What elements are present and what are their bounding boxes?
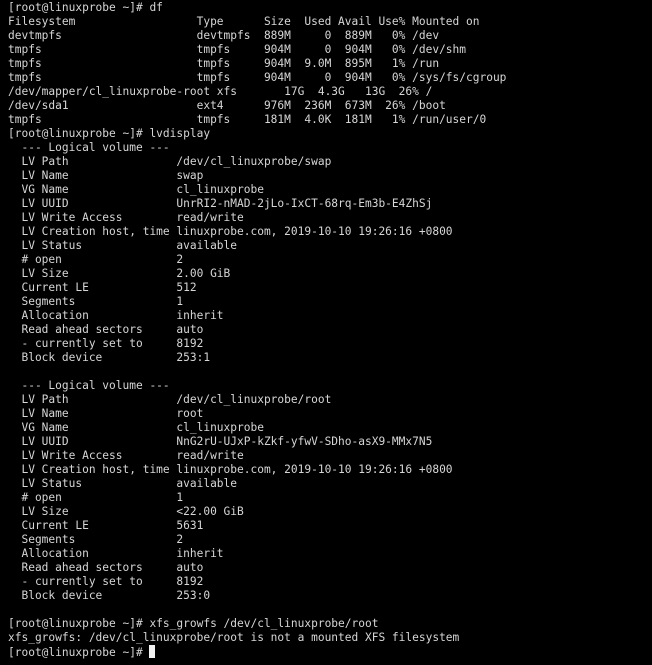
terminal-line: Allocation inherit [8,309,224,322]
terminal-line: --- Logical volume --- [8,379,170,392]
terminal-line: --- Logical volume --- [8,141,170,154]
terminal-line: Segments 2 [8,533,184,546]
text-cursor[interactable] [149,645,156,658]
terminal-line: LV Status available [8,239,238,252]
shell-prompt: [root@linuxprobe ~]# [8,646,150,659]
terminal-prompt-line[interactable]: [root@linuxprobe ~]# [8,645,652,659]
terminal-line: /dev/mapper/cl_linuxprobe-root xfs 17G 4… [8,85,433,98]
terminal-line: LV Creation host, time linuxprobe.com, 2… [8,463,453,476]
terminal-line: # open 1 [8,491,184,504]
terminal-line: LV Path /dev/cl_linuxprobe/swap [8,155,332,168]
terminal-line: tmpfs tmpfs 904M 0 904M 0% /sys/fs/cgrou… [8,71,507,84]
terminal-window[interactable]: [root@linuxprobe ~]# df Filesystem Type S… [0,0,652,665]
terminal-line: [root@linuxprobe ~]# df [8,1,163,14]
terminal-line: # open 2 [8,253,184,266]
terminal-line: Read ahead sectors auto [8,323,204,336]
terminal-output: [root@linuxprobe ~]# df Filesystem Type S… [8,1,652,645]
terminal-line: LV UUID NnG2rU-UJxP-kZkf-yfwV-SDho-asX9-… [8,435,433,448]
terminal-line: Allocation inherit [8,547,224,560]
terminal-line: devtmpfs devtmpfs 889M 0 889M 0% /dev [8,29,440,42]
terminal-line: LV Status available [8,477,238,490]
terminal-line: LV Name root [8,407,204,420]
terminal-line: LV Size 2.00 GiB [8,267,231,280]
terminal-line: Current LE 512 [8,281,197,294]
terminal-line: - currently set to 8192 [8,575,204,588]
terminal-line: Segments 1 [8,295,184,308]
terminal-line: [root@linuxprobe ~]# xfs_growfs /dev/cl_… [8,617,379,630]
terminal-line: LV Path /dev/cl_linuxprobe/root [8,393,332,406]
terminal-line: VG Name cl_linuxprobe [8,183,264,196]
terminal-line: LV Write Access read/write [8,449,244,462]
terminal-line: LV Creation host, time linuxprobe.com, 2… [8,225,453,238]
terminal-line: Current LE 5631 [8,519,204,532]
terminal-line: - currently set to 8192 [8,337,204,350]
terminal-line: LV Write Access read/write [8,211,244,224]
terminal-line: VG Name cl_linuxprobe [8,421,264,434]
terminal-line: Block device 253:1 [8,351,211,364]
terminal-line: LV UUID UnrRI2-nMAD-2jLo-IxCT-68rq-Em3b-… [8,197,433,210]
terminal-line: [root@linuxprobe ~]# lvdisplay [8,127,211,140]
terminal-line: Filesystem Type Size Used Avail Use% Mou… [8,15,480,28]
terminal-line: /dev/sda1 ext4 976M 236M 673M 26% /boot [8,99,446,112]
terminal-line: tmpfs tmpfs 181M 4.0K 181M 1% /run/user/… [8,113,487,126]
terminal-line: Block device 253:0 [8,589,211,602]
terminal-line: Read ahead sectors auto [8,561,204,574]
terminal-line: LV Size <22.00 GiB [8,505,244,518]
terminal-line: LV Name swap [8,169,204,182]
terminal-line: tmpfs tmpfs 904M 9.0M 895M 1% /run [8,57,440,70]
terminal-line: xfs_growfs: /dev/cl_linuxprobe/root is n… [8,631,460,644]
terminal-line: tmpfs tmpfs 904M 0 904M 0% /dev/shm [8,43,467,56]
